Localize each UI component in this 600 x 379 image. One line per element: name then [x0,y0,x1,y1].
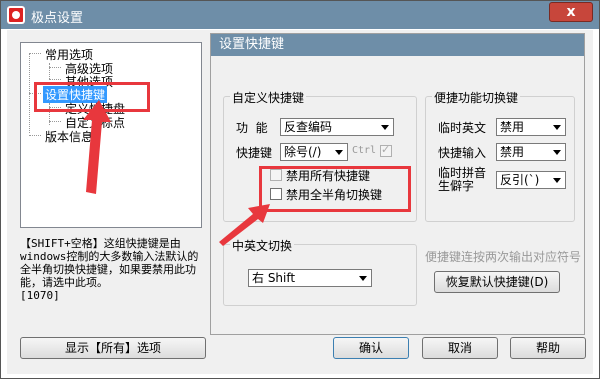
tree-line [49,79,61,80]
cn-en-switch-group-title: 中英文切换 [230,237,295,254]
tree-line [49,67,61,68]
temp-english-value: 禁用 [500,120,525,134]
chevron-down-icon [553,178,561,183]
temp-pinyin-label: 临时拼音 生僻字 [438,166,487,193]
ok-button[interactable]: 确认 [333,337,409,359]
chevron-down-icon [381,125,389,130]
quick-switch-group: 便捷功能切换键 临时英文 禁用 快捷输入 禁用 临时拼音 生僻字 反引(`) [425,89,575,222]
settings-window: 极点设置 x 常用选项 高级选项 其他选项 设置快捷键 定义快捷盘 自定义标点 … [0,0,600,379]
chevron-down-icon [553,150,561,155]
client-area: 常用选项 高级选项 其他选项 设置快捷键 定义快捷盘 自定义标点 版本信息 【S… [7,30,593,374]
hotkey-select-value: 除号(/) [284,145,322,159]
quick-input-value: 禁用 [500,145,525,159]
options-tree[interactable]: 常用选项 高级选项 其他选项 设置快捷键 定义快捷盘 自定义标点 版本信息 [20,42,202,228]
ctrl-label: Ctrl [352,145,377,156]
annotation-box [34,82,150,112]
temp-pinyin-select[interactable]: 反引(`) [496,171,566,189]
cn-en-switch-value: 右 Shift [252,271,296,285]
quick-switch-group-title: 便捷功能切换键 [432,89,521,106]
temp-pinyin-value: 反引(`) [500,173,540,187]
panel-title: 设置快捷键 [211,34,584,56]
chevron-down-icon [335,150,343,155]
cn-en-switch-group: 中英文切换 右 Shift [223,237,417,306]
function-label: 功 能 [236,121,268,135]
help-button[interactable]: 帮助 [510,337,586,359]
tree-line [29,53,41,54]
temp-english-label: 临时英文 [438,121,487,135]
tree-item-version[interactable]: 版本信息 [45,128,93,145]
ctrl-checkbox[interactable] [380,143,392,157]
hotkey-label: 快捷键 [236,146,273,160]
close-button[interactable]: x [549,2,593,22]
function-select-value: 反查编码 [284,120,333,134]
tree-line [49,121,61,122]
show-all-options-button[interactable]: 显示【所有】选项 [20,337,206,359]
double-press-hint: 便捷键连按两次输出对应符号 [425,250,582,264]
annotation-box [259,166,411,212]
quick-input-label: 快捷输入 [438,146,487,160]
tree-line [49,63,50,79]
tree-line [29,135,41,136]
chevron-down-icon [359,276,367,281]
window-title: 极点设置 [31,11,84,26]
cancel-button[interactable]: 取消 [422,337,498,359]
restore-defaults-button[interactable]: 恢复默认快捷键(D) [434,271,560,293]
option-description: 【SHIFT+空格】这组快捷键是由windows控制的大多数输入法默认的全半角切… [20,237,199,302]
chevron-down-icon [553,125,561,130]
hotkey-select[interactable]: 除号(/) [280,143,348,161]
quick-input-select[interactable]: 禁用 [496,143,566,161]
temp-english-select[interactable]: 禁用 [496,118,566,136]
custom-hotkey-group-title: 自定义快捷键 [230,89,307,106]
cn-en-switch-select[interactable]: 右 Shift [248,269,372,287]
app-logo-icon [7,6,25,24]
title-bar: 极点设置 x [1,1,599,29]
function-select[interactable]: 反查编码 [280,118,394,136]
